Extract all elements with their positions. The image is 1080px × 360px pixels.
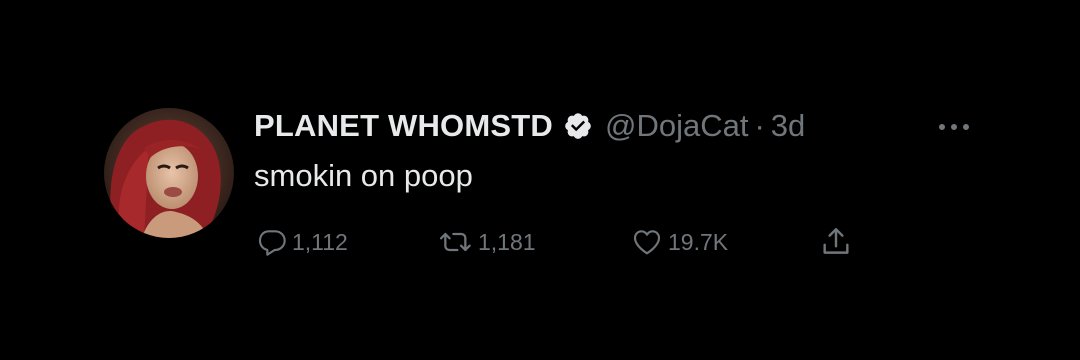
- verified-badge-icon: [563, 111, 593, 141]
- retweet-button[interactable]: 1,181: [438, 222, 536, 262]
- tweet[interactable]: PLANET WHOMSTD @DojaCat · 3d smokin on p…: [0, 0, 1080, 360]
- user-handle[interactable]: @DojaCat: [605, 108, 748, 144]
- like-count: 19.7K: [668, 228, 729, 255]
- reply-icon: [256, 226, 288, 258]
- display-name[interactable]: PLANET WHOMSTD: [254, 108, 553, 144]
- avatar-image: [104, 108, 234, 238]
- separator-dot: ·: [754, 108, 765, 143]
- heart-icon: [630, 226, 664, 258]
- share-icon: [818, 225, 854, 259]
- reply-button[interactable]: 1,112: [256, 222, 348, 262]
- more-icon[interactable]: [934, 112, 974, 142]
- tweet-actions: 1,112 1,181 19.7K: [256, 222, 896, 262]
- retweet-icon: [438, 226, 474, 258]
- tweet-text: smokin on poop: [254, 158, 473, 193]
- tweet-header: PLANET WHOMSTD @DojaCat · 3d: [254, 104, 805, 148]
- avatar[interactable]: [104, 108, 234, 238]
- share-button[interactable]: [818, 222, 854, 262]
- reply-count: 1,112: [292, 228, 348, 255]
- like-button[interactable]: 19.7K: [630, 222, 728, 262]
- retweet-count: 1,181: [478, 228, 536, 255]
- timestamp[interactable]: 3d: [771, 108, 805, 144]
